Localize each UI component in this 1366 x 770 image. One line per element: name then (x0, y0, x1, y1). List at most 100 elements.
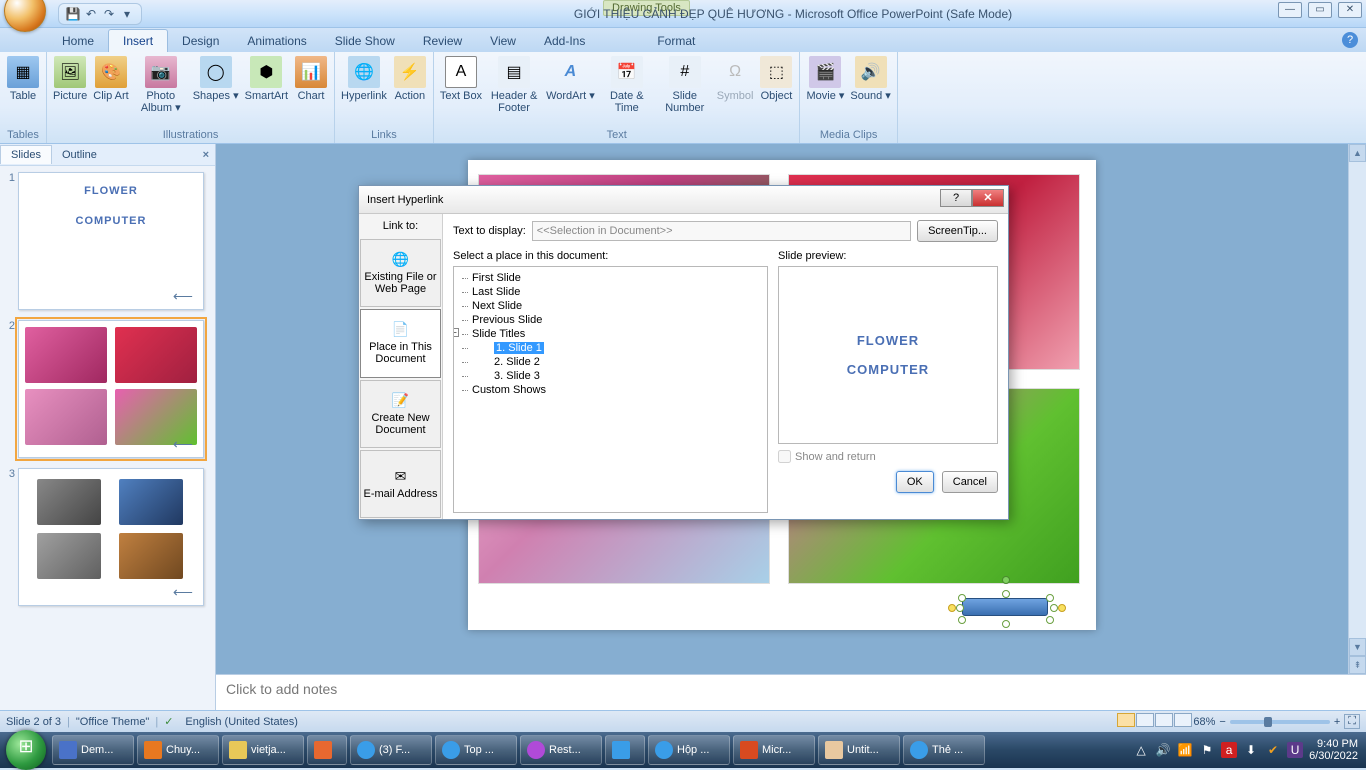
shapes-button[interactable]: ◯Shapes ▾ (191, 54, 241, 104)
system-tray[interactable]: △ 🔊 📶 ⚑ a ⬇ ✔ U 9:40 PM 6/30/2022 (1133, 738, 1366, 762)
tray-app-icon[interactable]: U (1287, 742, 1303, 758)
ok-button[interactable]: OK (896, 471, 934, 493)
sound-button[interactable]: 🔊Sound ▾ (848, 54, 892, 104)
taskbar-item[interactable]: Rest... (520, 735, 602, 765)
tab-view[interactable]: View (476, 30, 530, 52)
tab-review[interactable]: Review (409, 30, 476, 52)
taskbar-item[interactable]: Dem... (52, 735, 134, 765)
tree-slide-3[interactable]: 3. Slide 3 (460, 369, 761, 383)
taskbar-item[interactable]: Untit... (818, 735, 900, 765)
zoom-out-button[interactable]: − (1219, 716, 1225, 728)
status-language[interactable]: English (United States) (185, 716, 298, 728)
action-button[interactable]: ⚡Action (391, 54, 429, 104)
taskbar-clock[interactable]: 9:40 PM 6/30/2022 (1309, 738, 1358, 762)
taskbar-item[interactable]: Hộp ... (648, 735, 730, 765)
ribbon-help-icon[interactable]: ? (1342, 32, 1358, 48)
table-button[interactable]: ▦Table (4, 54, 42, 104)
office-button[interactable] (4, 0, 46, 32)
qat-undo-icon[interactable]: ↶ (83, 6, 99, 22)
vertical-scrollbar[interactable]: ▲ ▼ ⇞ ⇟ (1348, 144, 1366, 710)
taskbar-item[interactable]: Top ... (435, 735, 517, 765)
window-close-button[interactable]: ✕ (1338, 2, 1362, 18)
window-minimize-button[interactable]: — (1278, 2, 1302, 18)
tree-slide-titles[interactable]: −Slide Titles (460, 327, 761, 341)
headerfooter-button[interactable]: ▤Header & Footer (486, 54, 542, 116)
window-maximize-button[interactable]: ▭ (1308, 2, 1332, 18)
textbox-button[interactable]: AText Box (438, 54, 484, 104)
tree-last-slide[interactable]: Last Slide (460, 285, 761, 299)
tab-design[interactable]: Design (168, 30, 233, 52)
object-button[interactable]: ⬚Object (757, 54, 795, 104)
tree-collapse-icon[interactable]: − (453, 328, 459, 337)
spellcheck-icon[interactable]: ✓ (164, 715, 173, 728)
linkto-email[interactable]: ✉E-mail Address (360, 450, 441, 518)
tab-insert[interactable]: Insert (108, 29, 168, 52)
tray-icon[interactable]: ✔ (1265, 742, 1281, 758)
wordart-button[interactable]: AWordArt ▾ (544, 54, 597, 104)
zoom-slider[interactable] (1230, 720, 1330, 724)
taskbar-item[interactable]: (3) F... (350, 735, 432, 765)
qat-save-icon[interactable]: 💾 (65, 6, 81, 22)
selected-shape[interactable] (962, 598, 1048, 616)
clipart-button[interactable]: 🎨Clip Art (91, 54, 130, 104)
slide-thumb-3[interactable]: ⟵ (18, 468, 204, 606)
zoom-fit-button[interactable]: ⛶ (1344, 714, 1360, 729)
datetime-button[interactable]: 📅Date & Time (599, 54, 655, 116)
qat-dropdown-icon[interactable]: ▾ (119, 6, 135, 22)
taskbar-item[interactable]: Micr... (733, 735, 815, 765)
slidenumber-button[interactable]: #Slide Number (657, 54, 713, 116)
tree-next-slide[interactable]: Next Slide (460, 299, 761, 313)
taskbar-item[interactable]: Thẻ ... (903, 735, 985, 765)
linkto-new-document[interactable]: 📝Create New Document (360, 380, 441, 448)
tray-flag-icon[interactable]: ⚑ (1199, 742, 1215, 758)
zoom-in-button[interactable]: + (1334, 716, 1340, 728)
document-tree[interactable]: First Slide Last Slide Next Slide Previo… (453, 266, 768, 513)
tree-slide-1[interactable]: 1. Slide 1 (460, 341, 761, 355)
scroll-up-button[interactable]: ▲ (1349, 144, 1366, 162)
zoom-control[interactable]: 68% − + ⛶ (1193, 714, 1360, 729)
start-button[interactable] (6, 730, 46, 770)
tab-addins[interactable]: Add-Ins (530, 30, 599, 52)
scroll-down-button[interactable]: ▼ (1349, 638, 1366, 656)
tree-slide-2[interactable]: 2. Slide 2 (460, 355, 761, 369)
pane-close-button[interactable]: × (203, 149, 209, 161)
qat-redo-icon[interactable]: ↷ (101, 6, 117, 22)
prev-slide-button[interactable]: ⇞ (1349, 656, 1366, 674)
slide-thumb-1[interactable]: FLOWER COMPUTER ⟵ (18, 172, 204, 310)
tree-custom-shows[interactable]: Custom Shows (460, 383, 761, 397)
tab-slideshow[interactable]: Slide Show (321, 30, 409, 52)
tab-home[interactable]: Home (48, 30, 108, 52)
dialog-titlebar[interactable]: Insert Hyperlink ? ✕ (359, 186, 1008, 214)
movie-button[interactable]: 🎬Movie ▾ (804, 54, 846, 104)
tray-av-icon[interactable]: a (1221, 742, 1237, 758)
photoalbum-button[interactable]: 📷Photo Album ▾ (133, 54, 189, 116)
linkto-existing-file[interactable]: 🌐Existing File or Web Page (360, 239, 441, 307)
tray-network-icon[interactable]: 📶 (1177, 742, 1193, 758)
dialog-help-button[interactable]: ? (940, 189, 972, 207)
hyperlink-button[interactable]: 🌐Hyperlink (339, 54, 389, 104)
tray-icon[interactable]: ⬇ (1243, 742, 1259, 758)
taskbar-item[interactable] (605, 735, 645, 765)
chart-button[interactable]: 📊Chart (292, 54, 330, 104)
taskbar-item[interactable]: vietja... (222, 735, 304, 765)
notes-pane[interactable]: Click to add notes (216, 674, 1366, 710)
tree-first-slide[interactable]: First Slide (460, 271, 761, 285)
screentip-button[interactable]: ScreenTip... (917, 220, 998, 242)
picture-button[interactable]: 🖼Picture (51, 54, 89, 104)
linkto-place-document[interactable]: 📄Place in This Document (360, 309, 441, 377)
dialog-close-button[interactable]: ✕ (972, 189, 1004, 207)
cancel-button[interactable]: Cancel (942, 471, 998, 493)
tray-icon[interactable]: △ (1133, 742, 1149, 758)
smartart-button[interactable]: ⬢SmartArt (243, 54, 290, 104)
slide-thumb-2[interactable]: ⟵ (18, 320, 204, 458)
taskbar-item[interactable]: Chuy... (137, 735, 219, 765)
tab-format[interactable]: Format (643, 30, 709, 52)
tree-previous-slide[interactable]: Previous Slide (460, 313, 761, 327)
tray-volume-icon[interactable]: 🔊 (1155, 742, 1171, 758)
tab-animations[interactable]: Animations (233, 30, 320, 52)
pane-tab-outline[interactable]: Outline (52, 146, 107, 164)
quick-access-toolbar[interactable]: 💾 ↶ ↷ ▾ (58, 3, 142, 25)
taskbar-item[interactable] (307, 735, 347, 765)
pane-tab-slides[interactable]: Slides (0, 145, 52, 164)
view-buttons[interactable] (1117, 713, 1193, 730)
